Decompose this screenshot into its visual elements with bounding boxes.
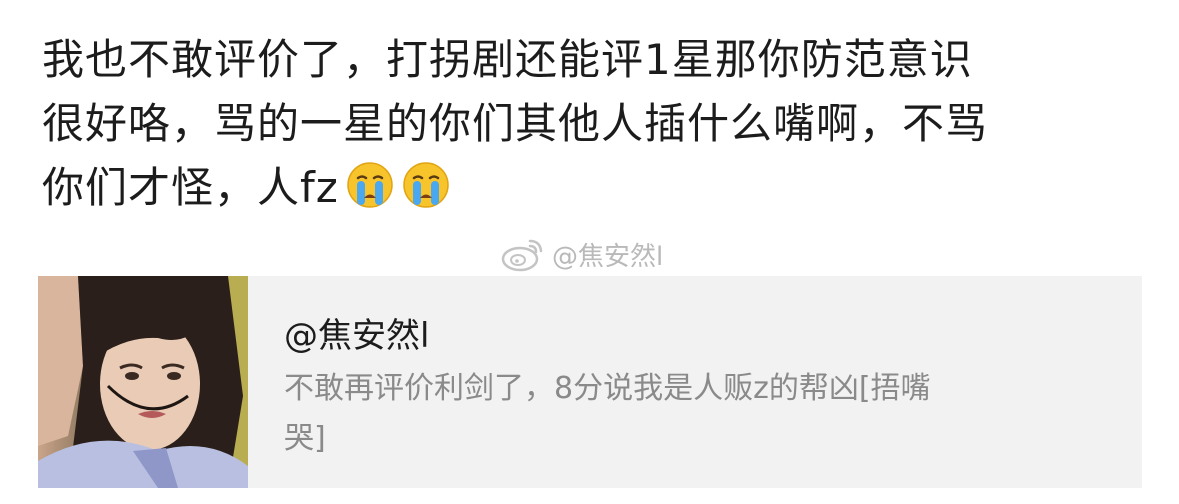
post-line: 很好咯，骂的一星的你们其他人插什么嘴啊，不骂 bbox=[42, 99, 989, 148]
post-line-text: 你们才怪，人fz bbox=[42, 163, 339, 212]
post-line-last: 你们才怪，人fz bbox=[42, 156, 1142, 220]
crying-face-icon bbox=[403, 162, 449, 208]
weibo-post: 我也不敢评价了，打拐剧还能评1星那你防范意识 很好咯，骂的一星的你们其他人插什么… bbox=[0, 0, 1179, 504]
watermark: @焦安然l bbox=[500, 234, 663, 274]
weibo-logo-icon bbox=[501, 239, 543, 272]
quoted-line: 哭] bbox=[284, 421, 326, 456]
quoted-username[interactable]: @焦安然l bbox=[284, 308, 429, 357]
crying-face-icon bbox=[347, 162, 393, 208]
quoted-post-text: 不敢再评价利剑了，8分说我是人贩z的帮凶[捂嘴 哭] bbox=[284, 364, 1114, 464]
post-body: 我也不敢评价了，打拐剧还能评1星那你防范意识 很好咯，骂的一星的你们其他人插什么… bbox=[42, 28, 1142, 220]
post-line: 我也不敢评价了，打拐剧还能评1星那你防范意识 bbox=[42, 35, 973, 84]
quoted-post-card[interactable]: @焦安然l 不敢再评价利剑了，8分说我是人贩z的帮凶[捂嘴 哭] bbox=[38, 276, 1142, 488]
watermark-text: @焦安然l bbox=[552, 241, 664, 272]
person-photo bbox=[38, 276, 248, 488]
quoted-line: 不敢再评价利剑了，8分说我是人贩z的帮凶[捂嘴 bbox=[284, 371, 931, 406]
quoted-post-thumbnail[interactable] bbox=[38, 276, 248, 488]
